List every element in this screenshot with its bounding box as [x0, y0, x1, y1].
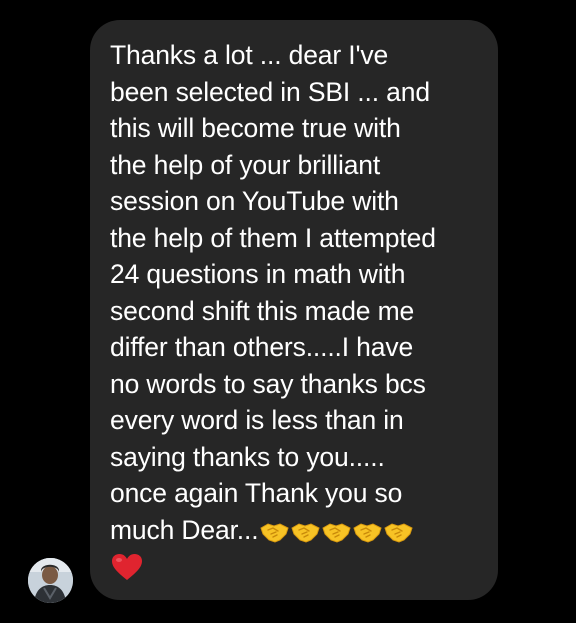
message-bubble[interactable]: Thanks a lot ... dear I've been selected… — [90, 20, 498, 600]
message-line: no words to say thanks bcs — [110, 368, 426, 399]
message-line: session on YouTube with — [110, 186, 399, 216]
message-line: second shift this made me — [110, 295, 415, 326]
handshake-emoji-icon — [353, 521, 383, 543]
handshake-emoji-icon — [322, 521, 352, 543]
message-line: Thanks a lot ... dear I've — [110, 40, 389, 70]
message-line: once again Thank you so — [110, 478, 403, 508]
message-line: the help of them I attempted — [110, 222, 436, 253]
message-line: much Dear... — [110, 514, 259, 545]
message-line: saying thanks to you..... — [110, 441, 385, 472]
message-line-with-emojis: much Dear... — [110, 512, 482, 549]
handshake-emoji-icon — [291, 521, 321, 543]
message-line: this will become true with — [110, 113, 401, 143]
handshake-emoji-icon — [260, 521, 290, 543]
message-line: every word is less than in — [110, 405, 404, 435]
sender-avatar[interactable] — [28, 558, 73, 603]
handshake-emoji-icon — [384, 521, 414, 543]
message-line: been selected in SBI ... and — [110, 76, 430, 107]
message-line: differ than others.....I have — [110, 332, 414, 362]
message-line: the help of your brilliant — [110, 149, 381, 180]
avatar-photo-icon — [28, 558, 73, 603]
message-line: 24 questions in math with — [110, 259, 406, 289]
emoji-row — [260, 521, 414, 543]
red-heart-emoji-icon — [110, 552, 144, 582]
